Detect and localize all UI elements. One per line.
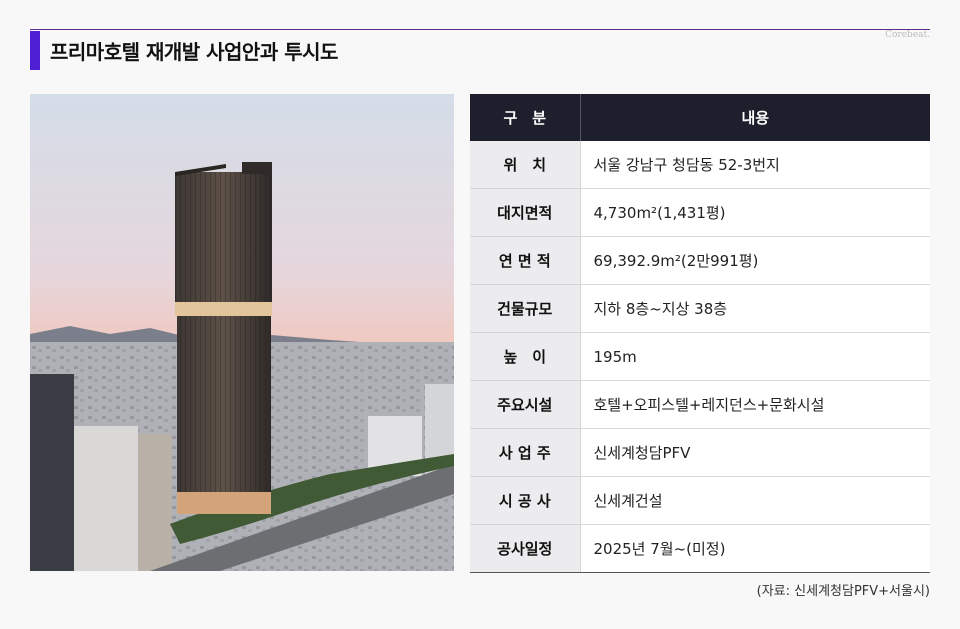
row-value: 호텔+오피스텔+레지던스+문화시설 (580, 380, 930, 429)
table-row: 높 이 195m (470, 332, 930, 381)
row-label: 연 면 적 (470, 236, 581, 285)
row-value: 신세계건설 (580, 476, 930, 525)
row-label: 주요시설 (470, 380, 581, 429)
table-row: 위 치 서울 강남구 청담동 52-3번지 (470, 141, 930, 189)
table-row: 시 공 사 신세계건설 (470, 476, 930, 525)
column-header-category: 구 분 (470, 94, 581, 141)
table-row: 공사일정 2025년 7월~(미정) (470, 524, 930, 573)
row-label: 높 이 (470, 332, 581, 381)
row-value: 신세계청담PFV (580, 428, 930, 477)
row-value: 서울 강남구 청담동 52-3번지 (580, 141, 930, 189)
row-value: 4,730m²(1,431평) (580, 188, 930, 237)
table-row: 건물규모 지하 8층~지상 38층 (470, 284, 930, 333)
row-label: 위 치 (470, 141, 581, 189)
top-divider (30, 29, 930, 30)
row-label: 대지면적 (470, 188, 581, 237)
title-accent-bar (30, 31, 40, 70)
source-note: (자료: 신세계청담PFV+서울시) (756, 584, 930, 599)
tower-rendering-image (30, 94, 454, 571)
project-info-table: 구 분 내용 위 치 서울 강남구 청담동 52-3번지 대지면적 4,730m… (470, 94, 930, 573)
row-label: 공사일정 (470, 524, 581, 573)
page-title: 프리마호텔 재개발 사업안과 투시도 (50, 40, 338, 64)
table-row: 주요시설 호텔+오피스텔+레지던스+문화시설 (470, 380, 930, 429)
row-value: 195m (580, 332, 930, 381)
table-row: 대지면적 4,730m²(1,431평) (470, 188, 930, 237)
row-label: 시 공 사 (470, 476, 581, 525)
brand-logo: Corebeat. (885, 30, 930, 40)
row-value: 69,392.9m²(2만991평) (580, 236, 930, 285)
row-label: 건물규모 (470, 284, 581, 333)
row-value: 지하 8층~지상 38층 (580, 284, 930, 333)
column-header-content: 내용 (580, 94, 930, 141)
table-row: 사 업 주 신세계청담PFV (470, 428, 930, 477)
row-label: 사 업 주 (470, 428, 581, 477)
table-row: 연 면 적 69,392.9m²(2만991평) (470, 236, 930, 285)
row-value: 2025년 7월~(미정) (580, 524, 930, 573)
